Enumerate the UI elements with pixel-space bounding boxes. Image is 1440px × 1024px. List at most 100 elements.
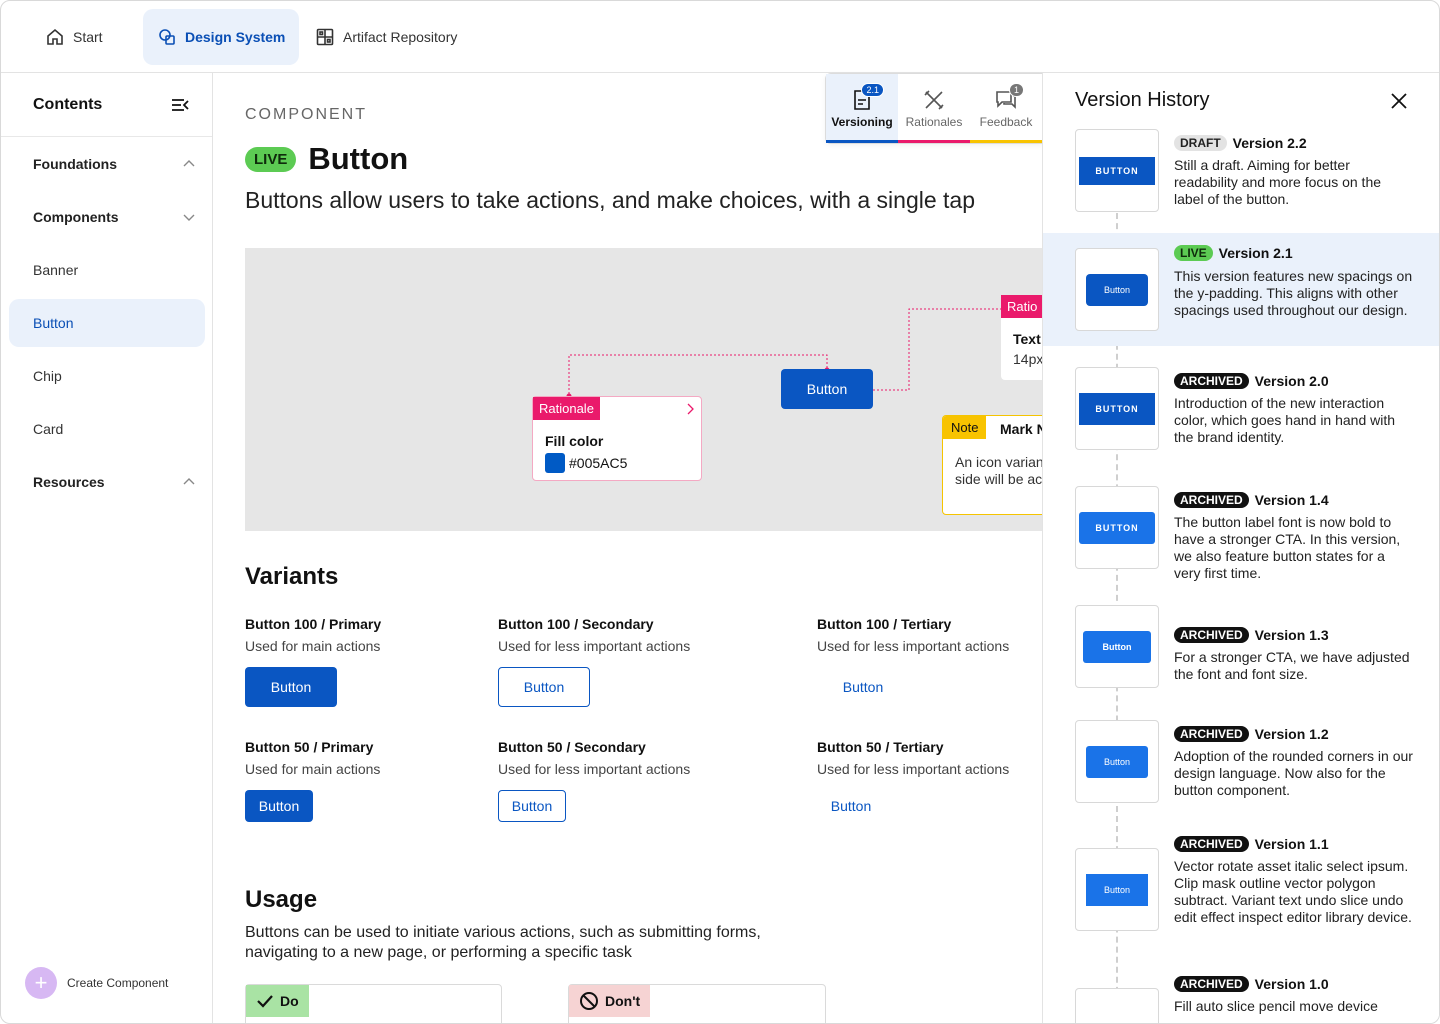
- status-badge: LIVE: [1174, 245, 1213, 261]
- version-description: Adoption of the rounded corners in our d…: [1174, 748, 1413, 798]
- close-icon[interactable]: [1389, 91, 1409, 111]
- button-100-secondary[interactable]: Button: [498, 667, 590, 707]
- variant-50-primary: Button 50 / Primary Used for main action…: [245, 739, 380, 777]
- thumbnail-button: Button: [1086, 873, 1148, 906]
- dont-tag: Don't: [569, 985, 651, 1017]
- sidebar-item-label: Foundations: [33, 156, 117, 172]
- version-title-row: DRAFT Version 2.2: [1174, 135, 1307, 151]
- version-title: Version 2.1: [1218, 245, 1293, 261]
- button-50-primary[interactable]: Button: [245, 790, 313, 822]
- button-50-secondary[interactable]: Button: [498, 790, 566, 822]
- do-card: Do: [245, 984, 502, 1023]
- version-description: For a stronger CTA, we have adjusted the…: [1174, 649, 1410, 682]
- usage-description: Buttons can be used to initiate various …: [245, 924, 761, 961]
- sidebar-item-label: Banner: [33, 262, 79, 278]
- tab-feedback[interactable]: 1 Feedback: [970, 74, 1042, 143]
- version-thumbnail: BUTTON: [1075, 486, 1159, 569]
- collapse-menu-icon[interactable]: [170, 95, 190, 115]
- version-description: The button label font is now bold to hav…: [1174, 514, 1401, 581]
- sidebar-item-foundations[interactable]: Foundations: [9, 140, 205, 188]
- version-item[interactable]: Button ARCHIVED Version 1.2 Adoption of t…: [1043, 720, 1439, 820]
- version-item[interactable]: BUTTON DRAFT Version 2.2 Still a draft. A…: [1043, 129, 1439, 229]
- grid-icon: [316, 28, 334, 46]
- version-thumbnail: Button: [1075, 605, 1159, 688]
- thumbnail-button: BUTTON: [1079, 392, 1155, 425]
- sidebar-item-label: Components: [33, 209, 119, 225]
- nav-start[interactable]: Start: [31, 9, 117, 65]
- thumbnail-button: BUTTON: [1079, 156, 1155, 185]
- connector-lines: [566, 308, 1002, 399]
- variant-desc: Used for main actions: [245, 761, 381, 777]
- tab-indicator: [826, 140, 898, 143]
- variant-title: Button 100 / Tertiary: [817, 616, 952, 632]
- sidebar-header: Contents: [1, 73, 212, 137]
- rationale-tag: Ratio: [1001, 295, 1043, 318]
- sidebar: Contents Foundations Components Banner B…: [1, 73, 213, 1023]
- tab-indicator: [970, 140, 1042, 143]
- tab-indicator: [898, 140, 970, 143]
- nav-artifact-repository[interactable]: Artifact Repository: [301, 9, 471, 65]
- design-system-icon: [159, 29, 175, 45]
- sidebar-title: Contents: [33, 95, 103, 113]
- status-badge: LIVE: [245, 146, 297, 172]
- sidebar-item-label: Resources: [33, 474, 105, 490]
- color-hex: #005AC5: [569, 455, 628, 471]
- button-50-tertiary[interactable]: Button: [817, 790, 885, 822]
- version-title: Version 2.2: [1232, 135, 1307, 151]
- sidebar-item-resources[interactable]: Resources: [9, 458, 205, 506]
- button-100-tertiary[interactable]: Button: [817, 667, 909, 707]
- tab-label: Rationales: [905, 115, 963, 129]
- version-item[interactable]: BUTTON ARCHIVED Version 1.4 The button la…: [1043, 486, 1439, 586]
- sidebar-item-button[interactable]: Button: [9, 299, 205, 347]
- variant-100-tertiary: Button 100 / Tertiary Used for less impo…: [817, 616, 1009, 654]
- version-title: Version 1.0: [1254, 976, 1329, 992]
- version-title: Version 2.0: [1254, 373, 1329, 389]
- app-window: Start Design System Artifact Repository …: [0, 0, 1440, 1024]
- home-icon: [47, 28, 63, 45]
- version-title-row: ARCHIVED Version 1.4: [1174, 492, 1329, 508]
- rationale-label: Text: [1013, 331, 1041, 347]
- version-thumbnail: Button: [1075, 248, 1159, 331]
- version-thumbnail: BUTTON: [1075, 367, 1159, 450]
- version-title: Version 1.2: [1254, 726, 1329, 742]
- rationale-value: 14px: [1013, 351, 1043, 367]
- nav-design-system[interactable]: Design System: [143, 9, 300, 65]
- check-icon: [257, 995, 273, 1008]
- version-title-row: ARCHIVED Version 1.1: [1174, 836, 1329, 852]
- rationale-card-text[interactable]: Ratio Text 14px: [1001, 295, 1043, 380]
- note-card[interactable]: Note Mark N An icon varian option to add…: [942, 415, 1043, 515]
- variant-desc: Used for main actions: [245, 638, 381, 654]
- sidebar-item-chip[interactable]: Chip: [9, 352, 205, 400]
- thumbnail-button: Button: [1086, 745, 1148, 778]
- note-tag: Note: [943, 416, 987, 439]
- version-badge: 2.1: [861, 83, 884, 97]
- panel-title: Version History: [1075, 89, 1210, 111]
- sidebar-item-components[interactable]: Components: [9, 193, 205, 241]
- variant-title: Button 100 / Primary: [245, 616, 382, 632]
- demo-button[interactable]: Button: [781, 369, 873, 409]
- version-thumbnail: Button: [1075, 720, 1159, 803]
- version-item[interactable]: Button ARCHIVED Version 1.3 For a stronge…: [1043, 605, 1439, 705]
- version-item-selected[interactable]: Button LIVE Version 2.1 This version feat…: [1043, 233, 1439, 346]
- create-component-button[interactable]: + Create Component: [25, 967, 168, 999]
- version-title-row: ARCHIVED Version 1.2: [1174, 726, 1329, 742]
- plus-icon: +: [25, 967, 57, 999]
- version-item[interactable]: ARCHIVED Version 1.0 Fill auto slice penc…: [1043, 976, 1439, 1023]
- version-item[interactable]: Button ARCHIVED Version 1.1 Vector rotate…: [1043, 836, 1439, 946]
- variant-50-tertiary: Button 50 / Tertiary Used for less impor…: [817, 739, 1009, 777]
- tab-versioning[interactable]: 2.1 Versioning: [826, 74, 898, 143]
- rationale-card[interactable]: Rationale Fill color #005AC5: [532, 396, 702, 481]
- page-subtitle: Buttons allow users to take actions, and…: [245, 187, 976, 213]
- chevron-right-icon[interactable]: [685, 403, 695, 415]
- version-item[interactable]: BUTTON ARCHIVED Version 2.0 Introduction …: [1043, 367, 1439, 467]
- tab-rationales[interactable]: Rationales: [898, 74, 970, 143]
- sidebar-item-card[interactable]: Card: [9, 405, 205, 453]
- variant-100-secondary: Button 100 / Secondary Used for less imp…: [498, 616, 690, 654]
- variant-title: Button 50 / Primary: [245, 739, 374, 755]
- rationale-tag: Rationale: [533, 397, 600, 420]
- variant-desc: Used for less important actions: [498, 761, 691, 777]
- sidebar-item-banner[interactable]: Banner: [9, 246, 205, 294]
- version-history-panel: Version History BUTTON DRAFT Version 2.2 …: [1042, 73, 1439, 1023]
- nav-design-system-label: Design System: [185, 29, 286, 45]
- button-100-primary[interactable]: Button: [245, 667, 337, 707]
